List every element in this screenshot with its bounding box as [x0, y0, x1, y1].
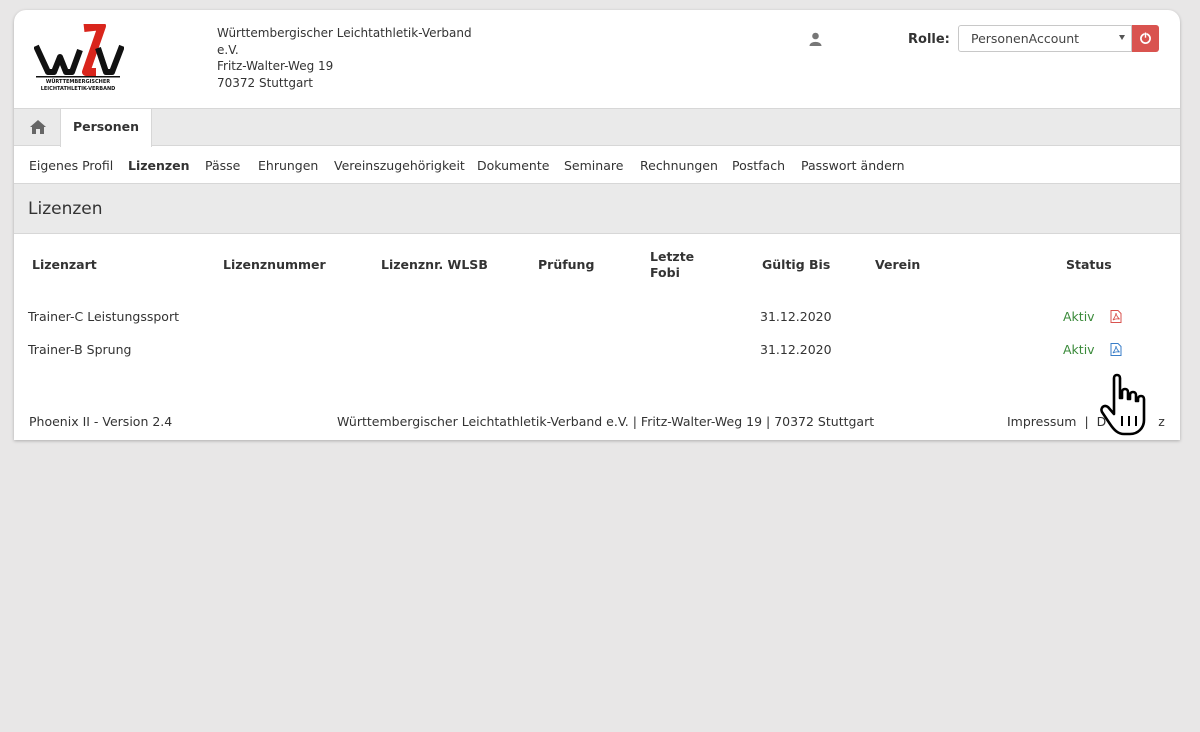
col-header-letzte-fobi-line1: Letzte [650, 249, 695, 264]
tab-bar: Personen [14, 108, 1180, 147]
role-select-value: PersonenAccount [971, 31, 1080, 46]
cell-gueltig-bis: 31.12.2020 [760, 342, 832, 357]
col-header-letzte-fobi-line2: Fobi [650, 264, 680, 280]
col-header-status[interactable]: Status [1066, 257, 1112, 273]
impressum-link[interactable]: Impressum [1007, 414, 1076, 429]
subnav-item-postfach[interactable]: Postfach [732, 158, 785, 173]
subnav-item-rechnungen[interactable]: Rechnungen [640, 158, 718, 173]
chevron-down-icon [1119, 35, 1125, 40]
wlv-logo[interactable]: WÜRTTEMBERGISCHER LEICHTATHLETIK-VERBAND [34, 24, 124, 96]
cell-status: Aktiv [1063, 309, 1095, 324]
user-icon[interactable] [809, 32, 822, 46]
hand-cursor-icon [1100, 373, 1146, 436]
org-suffix: e.V. [217, 42, 239, 57]
power-icon [1140, 32, 1151, 44]
footer-separator: | [1084, 414, 1089, 429]
home-icon[interactable] [29, 119, 47, 135]
subnav-item-ehrungen[interactable]: Ehrungen [258, 158, 318, 173]
pdf-icon[interactable] [1110, 343, 1122, 356]
col-header-letzte-fobi[interactable]: Letzte Fobi [650, 249, 694, 280]
footer-link-partial-end[interactable]: z [1158, 414, 1165, 429]
header: WÜRTTEMBERGISCHER LEICHTATHLETIK-VERBAND… [14, 10, 1180, 108]
org-city: 70372 Stuttgart [217, 76, 313, 91]
logo-subtitle-1: WÜRTTEMBERGISCHER [46, 78, 110, 85]
subnav-item-paesse[interactable]: Pässe [205, 158, 240, 173]
footer-address: Württembergischer Leichtathletik-Verband… [337, 414, 875, 429]
subnav-item-seminare[interactable]: Seminare [564, 158, 623, 173]
col-header-pruefung[interactable]: Prüfung [538, 257, 594, 273]
page-title: Lizenzen [28, 199, 103, 219]
subnav-item-passwort-aendern[interactable]: Passwort ändern [801, 158, 905, 173]
subnav-item-eigenes-profil[interactable]: Eigenes Profil [29, 158, 113, 173]
subnav-item-lizenzen[interactable]: Lizenzen [128, 158, 190, 173]
page-card: WÜRTTEMBERGISCHER LEICHTATHLETIK-VERBAND… [14, 10, 1180, 440]
footer-version: Phoenix II - Version 2.4 [29, 414, 173, 429]
pdf-icon[interactable] [1110, 310, 1122, 323]
col-header-lizenznummer[interactable]: Lizenznummer [223, 257, 326, 273]
col-header-lizenznr-wlsb[interactable]: Lizenznr. WLSB [381, 257, 488, 273]
subnav: Eigenes Profil Lizenzen Pässe Ehrungen V… [14, 146, 1180, 184]
org-street: Fritz-Walter-Weg 19 [217, 59, 334, 74]
col-header-verein[interactable]: Verein [875, 257, 920, 273]
cell-lizenzart: Trainer-B Sprung [28, 342, 132, 357]
cell-lizenzart: Trainer-C Leistungssport [28, 309, 179, 324]
subnav-item-dokumente[interactable]: Dokumente [477, 158, 549, 173]
role-label: Rolle: [908, 32, 950, 47]
logo-subtitle-2: LEICHTATHLETIK-VERBAND [41, 86, 116, 92]
page-heading: Lizenzen [14, 184, 1180, 234]
cell-gueltig-bis: 31.12.2020 [760, 309, 832, 324]
col-header-lizenzart[interactable]: Lizenzart [32, 257, 97, 273]
col-header-gueltig-bis[interactable]: Gültig Bis [762, 257, 830, 273]
org-address: Württembergischer Leichtathletik-Verband… [217, 25, 472, 92]
org-name: Württembergischer Leichtathletik-Verband [217, 26, 472, 40]
logout-button[interactable] [1132, 25, 1159, 52]
role-select[interactable]: PersonenAccount [958, 25, 1132, 52]
cell-status: Aktiv [1063, 342, 1095, 357]
tab-personen[interactable]: Personen [60, 109, 152, 147]
subnav-item-vereinszugehoerigkeit[interactable]: Vereinszugehörigkeit [334, 158, 465, 173]
